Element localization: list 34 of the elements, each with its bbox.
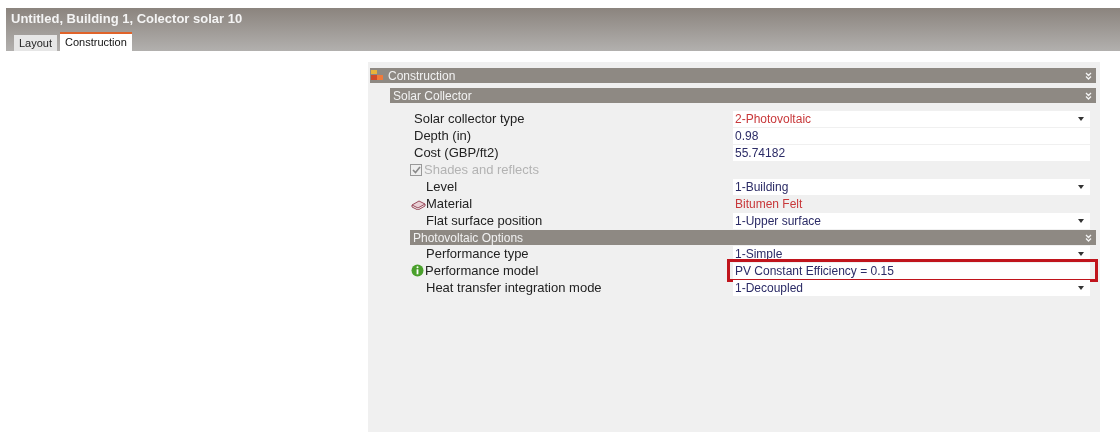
value-text: 1-Simple [734,245,784,263]
property-label: Flat surface position [426,211,543,230]
dropdown-caret-icon[interactable] [1078,184,1084,189]
property-label: Performance model [425,261,539,280]
property-label: Performance type [426,245,529,263]
value-field[interactable]: 55.74182 [733,144,1090,161]
property-label: Solar collector type [414,109,525,128]
blocks-icon [370,69,384,82]
value-text: 1-Upper surface [734,212,823,230]
window-title: Untitled, Building 1, Colector solar 10 [10,10,244,28]
property-label: Material [426,194,473,213]
collapse-icon[interactable] [1085,91,1092,100]
tab[interactable]: Layout [14,35,58,51]
property-label: Depth (in) [414,126,472,145]
value-text: 1-Building [734,178,790,196]
info-icon [411,264,424,277]
tab[interactable]: Construction [60,32,132,51]
property-label: Cost (GBP/ft2) [414,143,499,162]
checkbox-label: Shades and reflects [424,160,539,179]
dropdown[interactable]: 2-Photovoltaic [733,110,1090,127]
dropdown-caret-icon[interactable] [1078,285,1084,290]
value-field[interactable]: 0.98 [733,127,1090,144]
value-text: 2-Photovoltaic [734,110,813,128]
collapse-icon[interactable] [1085,233,1092,242]
dropdown-caret-icon[interactable] [1078,251,1084,256]
dropdown-caret-icon[interactable] [1078,116,1084,121]
dropdown-caret-icon[interactable] [1078,218,1084,223]
section-title: Construction [387,69,457,82]
property-label: Heat transfer integration mode [426,278,602,297]
property-label: Level [426,177,458,196]
value-text: 1-Decoupled [734,279,805,297]
section-title: Solar Collector [392,89,473,102]
collapse-icon[interactable] [1085,71,1092,80]
section-title: Photovoltaic Options [412,231,525,244]
